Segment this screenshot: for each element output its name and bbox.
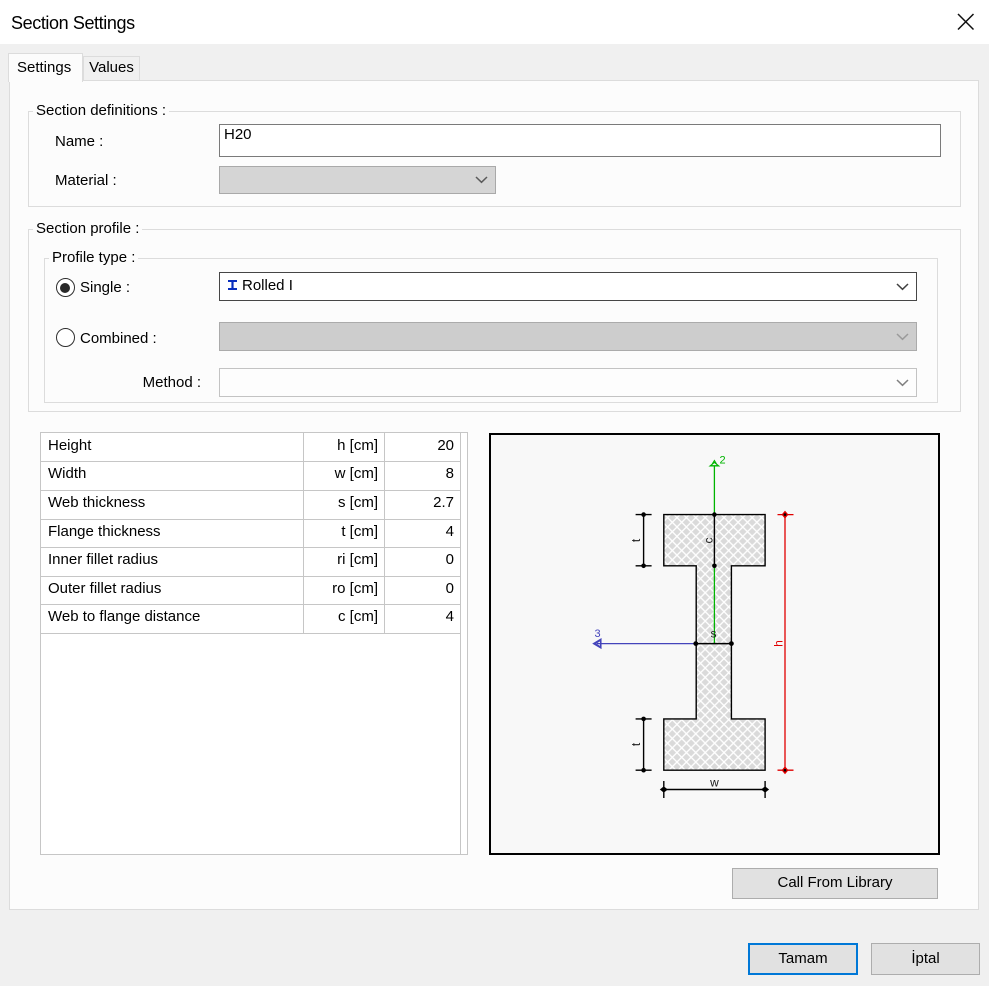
svg-text:h: h xyxy=(772,640,786,647)
svg-text:3: 3 xyxy=(595,628,601,640)
svg-text:w: w xyxy=(709,776,719,790)
svg-text:2: 2 xyxy=(720,455,726,467)
svg-text:s: s xyxy=(711,627,717,641)
svg-text:c: c xyxy=(701,538,715,544)
